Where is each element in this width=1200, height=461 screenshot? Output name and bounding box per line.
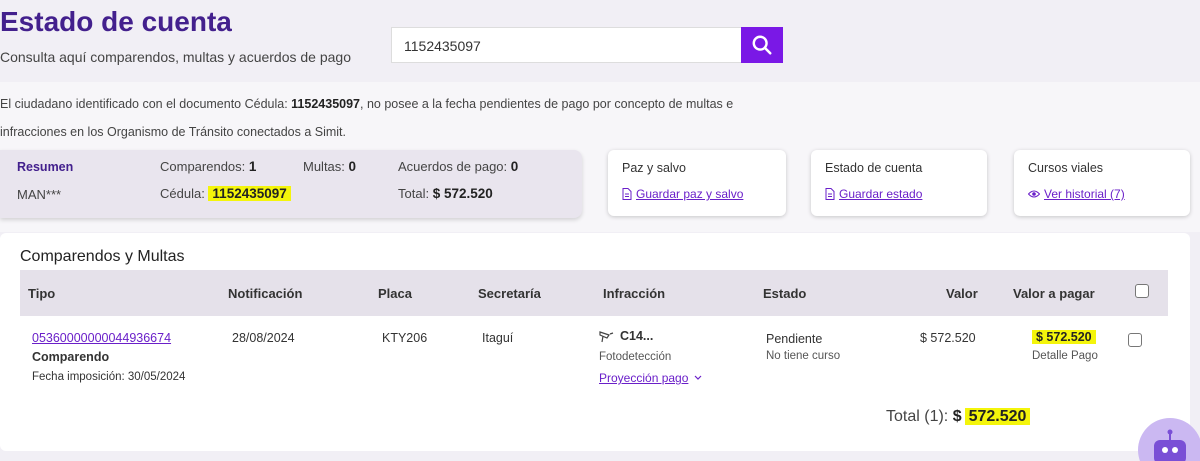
- summary-card: Resumen MAN*** Comparendos: 1 Multas: 0 …: [0, 150, 582, 218]
- summary-name: MAN***: [17, 187, 62, 202]
- header-notificacion: Notificación: [228, 286, 303, 301]
- cedula-label: Cédula:: [160, 186, 209, 201]
- paz-y-salvo-card: Paz y salvo Guardar paz y salvo: [608, 150, 786, 216]
- summary-comparendos: Comparendos: 1: [160, 159, 256, 174]
- eye-icon: [1028, 190, 1040, 198]
- header-valor: Valor: [946, 286, 978, 301]
- table-total-value: 572.520: [964, 408, 1031, 425]
- summary-cedula: Cédula: 1152435097: [160, 186, 291, 201]
- summary-acuerdos: Acuerdos de pago: 0: [398, 159, 518, 174]
- paz-y-salvo-title: Paz y salvo: [622, 161, 686, 175]
- multas-count: 0: [348, 159, 357, 174]
- summary-total: Total: $ 572.520: [398, 186, 493, 201]
- row-valor-a-pagar: $ 572.520: [1032, 330, 1096, 344]
- search-button[interactable]: [741, 27, 783, 63]
- estado-de-cuenta-title: Estado de cuenta: [825, 161, 923, 175]
- row-estado: Pendiente: [766, 332, 823, 346]
- document-icon: [825, 188, 835, 200]
- page-subtitle: Consulta aquí comparendos, multas y acue…: [0, 49, 351, 65]
- document-icon: [622, 188, 632, 200]
- header-infraccion: Infracción: [603, 286, 666, 301]
- status-message-line1: , no posee a la fecha pendientes de pago…: [360, 97, 734, 111]
- header-valor-a-pagar: Valor a pagar: [1013, 286, 1095, 301]
- row-curso: No tiene curso: [766, 350, 841, 362]
- row-infraccion: C14...: [599, 329, 653, 343]
- chevron-down-icon: [694, 375, 702, 380]
- header-estado: Estado: [763, 286, 807, 301]
- row-secretaria: Itaguí: [482, 331, 514, 345]
- table-total: Total (1): $572.520: [886, 408, 1031, 426]
- comparendos-count: 1: [248, 159, 257, 174]
- status-message: El ciudadano identificado con el documen…: [0, 90, 780, 146]
- summary-label: Resumen: [17, 160, 74, 174]
- guardar-paz-y-salvo-label: Guardar paz y salvo: [636, 187, 744, 201]
- table-header: Tipo Notificación Placa Secretaría Infra…: [20, 270, 1168, 316]
- header-placa: Placa: [378, 286, 412, 301]
- row-fecha-imposicion: Fecha imposición: 30/05/2024: [32, 371, 186, 383]
- acuerdos-count: 0: [510, 159, 519, 174]
- header-secretaria: Secretaría: [478, 286, 541, 301]
- summary-multas: Multas: 0: [303, 159, 356, 174]
- status-message-document: 1152435097: [291, 97, 361, 111]
- robot-icon: [1154, 429, 1186, 461]
- chatbot-button[interactable]: [1138, 418, 1200, 461]
- row-placa: KTY206: [382, 331, 428, 345]
- table-title: Comparendos y Multas: [20, 248, 185, 265]
- guardar-paz-y-salvo-link[interactable]: Guardar paz y salvo: [622, 187, 743, 201]
- status-message-prefix: El ciudadano identificado con el documen…: [0, 97, 292, 111]
- cedula-value: 1152435097: [208, 186, 291, 201]
- total-label: Total:: [398, 186, 433, 201]
- page-title: Estado de cuenta: [0, 6, 232, 37]
- acuerdos-label: Acuerdos de pago:: [398, 159, 511, 174]
- camera-icon: [599, 330, 614, 342]
- document-search-input[interactable]: 1152435097: [391, 27, 742, 63]
- table-total-label: Total (1):: [886, 408, 949, 425]
- cursos-viales-card: Cursos viales Ver historial (7): [1014, 150, 1190, 216]
- row-tipo: Comparendo: [32, 350, 110, 364]
- ver-historial-label: Ver historial (7): [1044, 187, 1125, 201]
- comparendo-number-link[interactable]: 05360000000044936674: [32, 331, 171, 345]
- detalle-pago-link[interactable]: Detalle Pago: [1032, 350, 1098, 362]
- comparendos-label: Comparendos:: [160, 159, 249, 174]
- total-value: $ 572.520: [432, 186, 493, 201]
- table-total-currency: $: [952, 408, 962, 425]
- row-infraccion-code: C14...: [620, 329, 654, 343]
- search-icon: [752, 35, 772, 55]
- row-deteccion: Fotodetección: [599, 351, 672, 363]
- status-message-line2: infracciones en los Organismo de Tránsit…: [0, 125, 347, 139]
- cursos-viales-title: Cursos viales: [1028, 161, 1104, 175]
- row-notificacion: 28/08/2024: [232, 331, 295, 345]
- proyeccion-pago-label: Proyección pago: [599, 371, 689, 385]
- row-valor: $ 572.520: [920, 331, 976, 345]
- select-all-checkbox[interactable]: [1135, 284, 1149, 298]
- proyeccion-pago-link[interactable]: Proyección pago: [599, 371, 702, 385]
- multas-label: Multas:: [303, 159, 349, 174]
- comparendos-table-card: Comparendos y Multas Tipo Notificación P…: [0, 233, 1190, 451]
- row-select-checkbox[interactable]: [1128, 333, 1142, 347]
- ver-historial-link[interactable]: Ver historial (7): [1028, 187, 1125, 201]
- estado-de-cuenta-card: Estado de cuenta Guardar estado: [811, 150, 987, 216]
- header-tipo: Tipo: [28, 286, 56, 301]
- guardar-estado-label: Guardar estado: [839, 187, 923, 201]
- guardar-estado-link[interactable]: Guardar estado: [825, 187, 922, 201]
